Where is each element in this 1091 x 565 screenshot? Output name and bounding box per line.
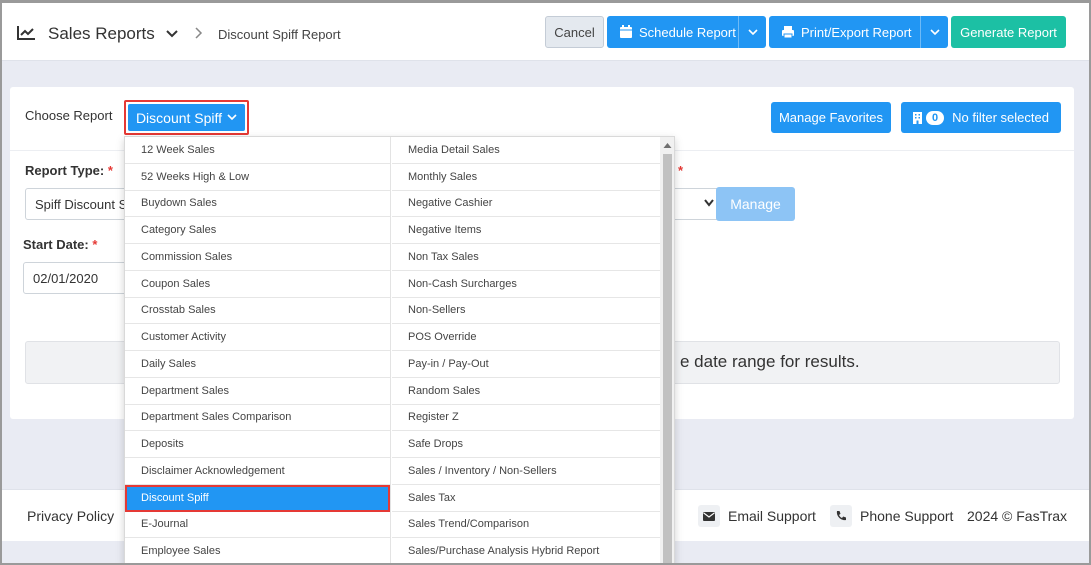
dropdown-item[interactable]: Buydown Sales <box>125 191 390 218</box>
dropdown-item[interactable]: Discount Spiff <box>125 484 390 512</box>
schedule-report-button[interactable]: Schedule Report <box>607 16 766 48</box>
generate-report-button[interactable]: Generate Report <box>951 16 1066 48</box>
scroll-up-arrow-icon[interactable] <box>663 142 672 149</box>
dropdown-item[interactable]: 52 Weeks High & Low <box>125 164 390 191</box>
dropdown-item[interactable]: POS Override <box>392 324 660 351</box>
report-type-select[interactable]: Spiff Discount Su <box>25 188 135 220</box>
dropdown-item[interactable]: Sales Trend/Comparison <box>392 512 660 539</box>
dropdown-item[interactable]: Negative Items <box>392 217 660 244</box>
dropdown-item[interactable]: Department Sales <box>125 378 390 405</box>
breadcrumb: Discount Spiff Report <box>218 27 341 42</box>
start-date-label: Start Date: * <box>23 237 98 252</box>
chevron-down-icon <box>227 114 237 121</box>
dropdown-item[interactable]: Sales/Purchase Analysis Hybrid Report <box>392 538 660 564</box>
manage-favorites-label: Manage Favorites <box>778 110 884 125</box>
dropdown-item[interactable]: Sales / Inventory / Non-Sellers <box>392 458 660 485</box>
cancel-button[interactable]: Cancel <box>545 16 604 48</box>
manage-button[interactable]: Manage <box>716 187 795 221</box>
start-date-input[interactable]: 02/01/2020 <box>23 262 133 294</box>
report-select-button[interactable]: Discount Spiff <box>124 100 249 135</box>
start-date-value: 02/01/2020 <box>33 270 99 286</box>
chevron-down-icon <box>747 28 758 35</box>
dropdown-item[interactable]: Crosstab Sales <box>125 298 390 325</box>
dropdown-item[interactable]: Pay-in / Pay-Out <box>392 351 660 378</box>
dropdown-item[interactable]: Non-Sellers <box>392 298 660 325</box>
dropdown-item[interactable]: Register Z <box>392 405 660 432</box>
choose-report-label: Choose Report <box>25 108 113 123</box>
dropdown-item[interactable]: Employee Sales <box>125 538 390 564</box>
phone-icon <box>830 505 852 527</box>
phone-support-link[interactable]: Phone Support <box>860 508 953 524</box>
dropdown-item[interactable]: Non Tax Sales <box>392 244 660 271</box>
dropdown-item[interactable]: Sales Tax <box>392 485 660 512</box>
line-chart-icon <box>17 26 35 40</box>
dropdown-item[interactable]: Customer Activity <box>125 324 390 351</box>
page-title: Sales Reports <box>48 24 155 43</box>
dropdown-item[interactable]: Coupon Sales <box>125 271 390 298</box>
dropdown-item[interactable]: Monthly Sales <box>392 164 660 191</box>
cancel-button-label: Cancel <box>554 24 595 40</box>
results-message: e date range for results. <box>680 352 860 371</box>
dropdown-item[interactable]: Daily Sales <box>125 351 390 378</box>
filter-button[interactable]: 0 No filter selected <box>901 102 1061 133</box>
schedule-caret[interactable] <box>738 16 766 48</box>
report-type-label: Report Type: * <box>25 163 113 178</box>
building-icon <box>913 111 922 124</box>
privacy-policy-link[interactable]: Privacy Policy <box>27 508 114 524</box>
dropdown-item[interactable]: Safe Drops <box>392 431 660 458</box>
report-dropdown-menu: 12 Week Sales 52 Weeks High & Low Buydown … <box>124 136 675 565</box>
dropdown-item[interactable]: Media Detail Sales <box>392 137 660 164</box>
filter-count-badge: 0 <box>926 110 945 125</box>
dropdown-item[interactable]: Disclaimer Acknowledgement <box>125 458 390 485</box>
printer-icon <box>782 26 794 39</box>
dropdown-item[interactable]: Negative Cashier <box>392 191 660 218</box>
dropdown-item[interactable]: Category Sales <box>125 217 390 244</box>
print-export-button[interactable]: Print/Export Report <box>769 16 948 48</box>
chevron-down-icon <box>929 28 940 35</box>
dropdown-item[interactable]: Department Sales Comparison <box>125 405 390 432</box>
copyright: 2024 © FasTrax <box>967 508 1068 524</box>
envelope-icon <box>698 505 720 527</box>
email-support-link[interactable]: Email Support <box>728 508 816 524</box>
dropdown-column-2: Media Detail Sales Monthly Sales Negative … <box>392 137 660 564</box>
print-caret[interactable] <box>920 16 948 48</box>
print-export-label: Print/Export Report <box>801 24 912 40</box>
chevron-down-icon <box>704 199 714 207</box>
dropdown-item[interactable]: E-Journal <box>125 512 390 539</box>
scrollbar-thumb[interactable] <box>663 154 672 564</box>
report-type-value: Spiff Discount Su <box>35 196 135 212</box>
filter-label: No filter selected <box>952 110 1049 125</box>
generate-report-label: Generate Report <box>960 24 1057 40</box>
selected-report: Discount Spiff <box>135 109 223 126</box>
schedule-report-label: Schedule Report <box>639 24 736 40</box>
chevron-down-icon[interactable] <box>165 29 179 39</box>
dropdown-item[interactable]: Random Sales <box>392 378 660 405</box>
calendar-icon <box>620 25 632 38</box>
dropdown-item[interactable]: Deposits <box>125 431 390 458</box>
chevron-right-icon <box>195 27 203 39</box>
manage-label: Manage <box>730 196 781 212</box>
dropdown-item[interactable]: Commission Sales <box>125 244 390 271</box>
dropdown-item[interactable]: 12 Week Sales <box>125 137 390 164</box>
required-marker: * <box>678 163 684 178</box>
dropdown-item[interactable]: Non-Cash Surcharges <box>392 271 660 298</box>
dropdown-column-1: 12 Week Sales 52 Weeks High & Low Buydown … <box>125 137 391 564</box>
manage-favorites-button[interactable]: Manage Favorites <box>771 102 891 133</box>
